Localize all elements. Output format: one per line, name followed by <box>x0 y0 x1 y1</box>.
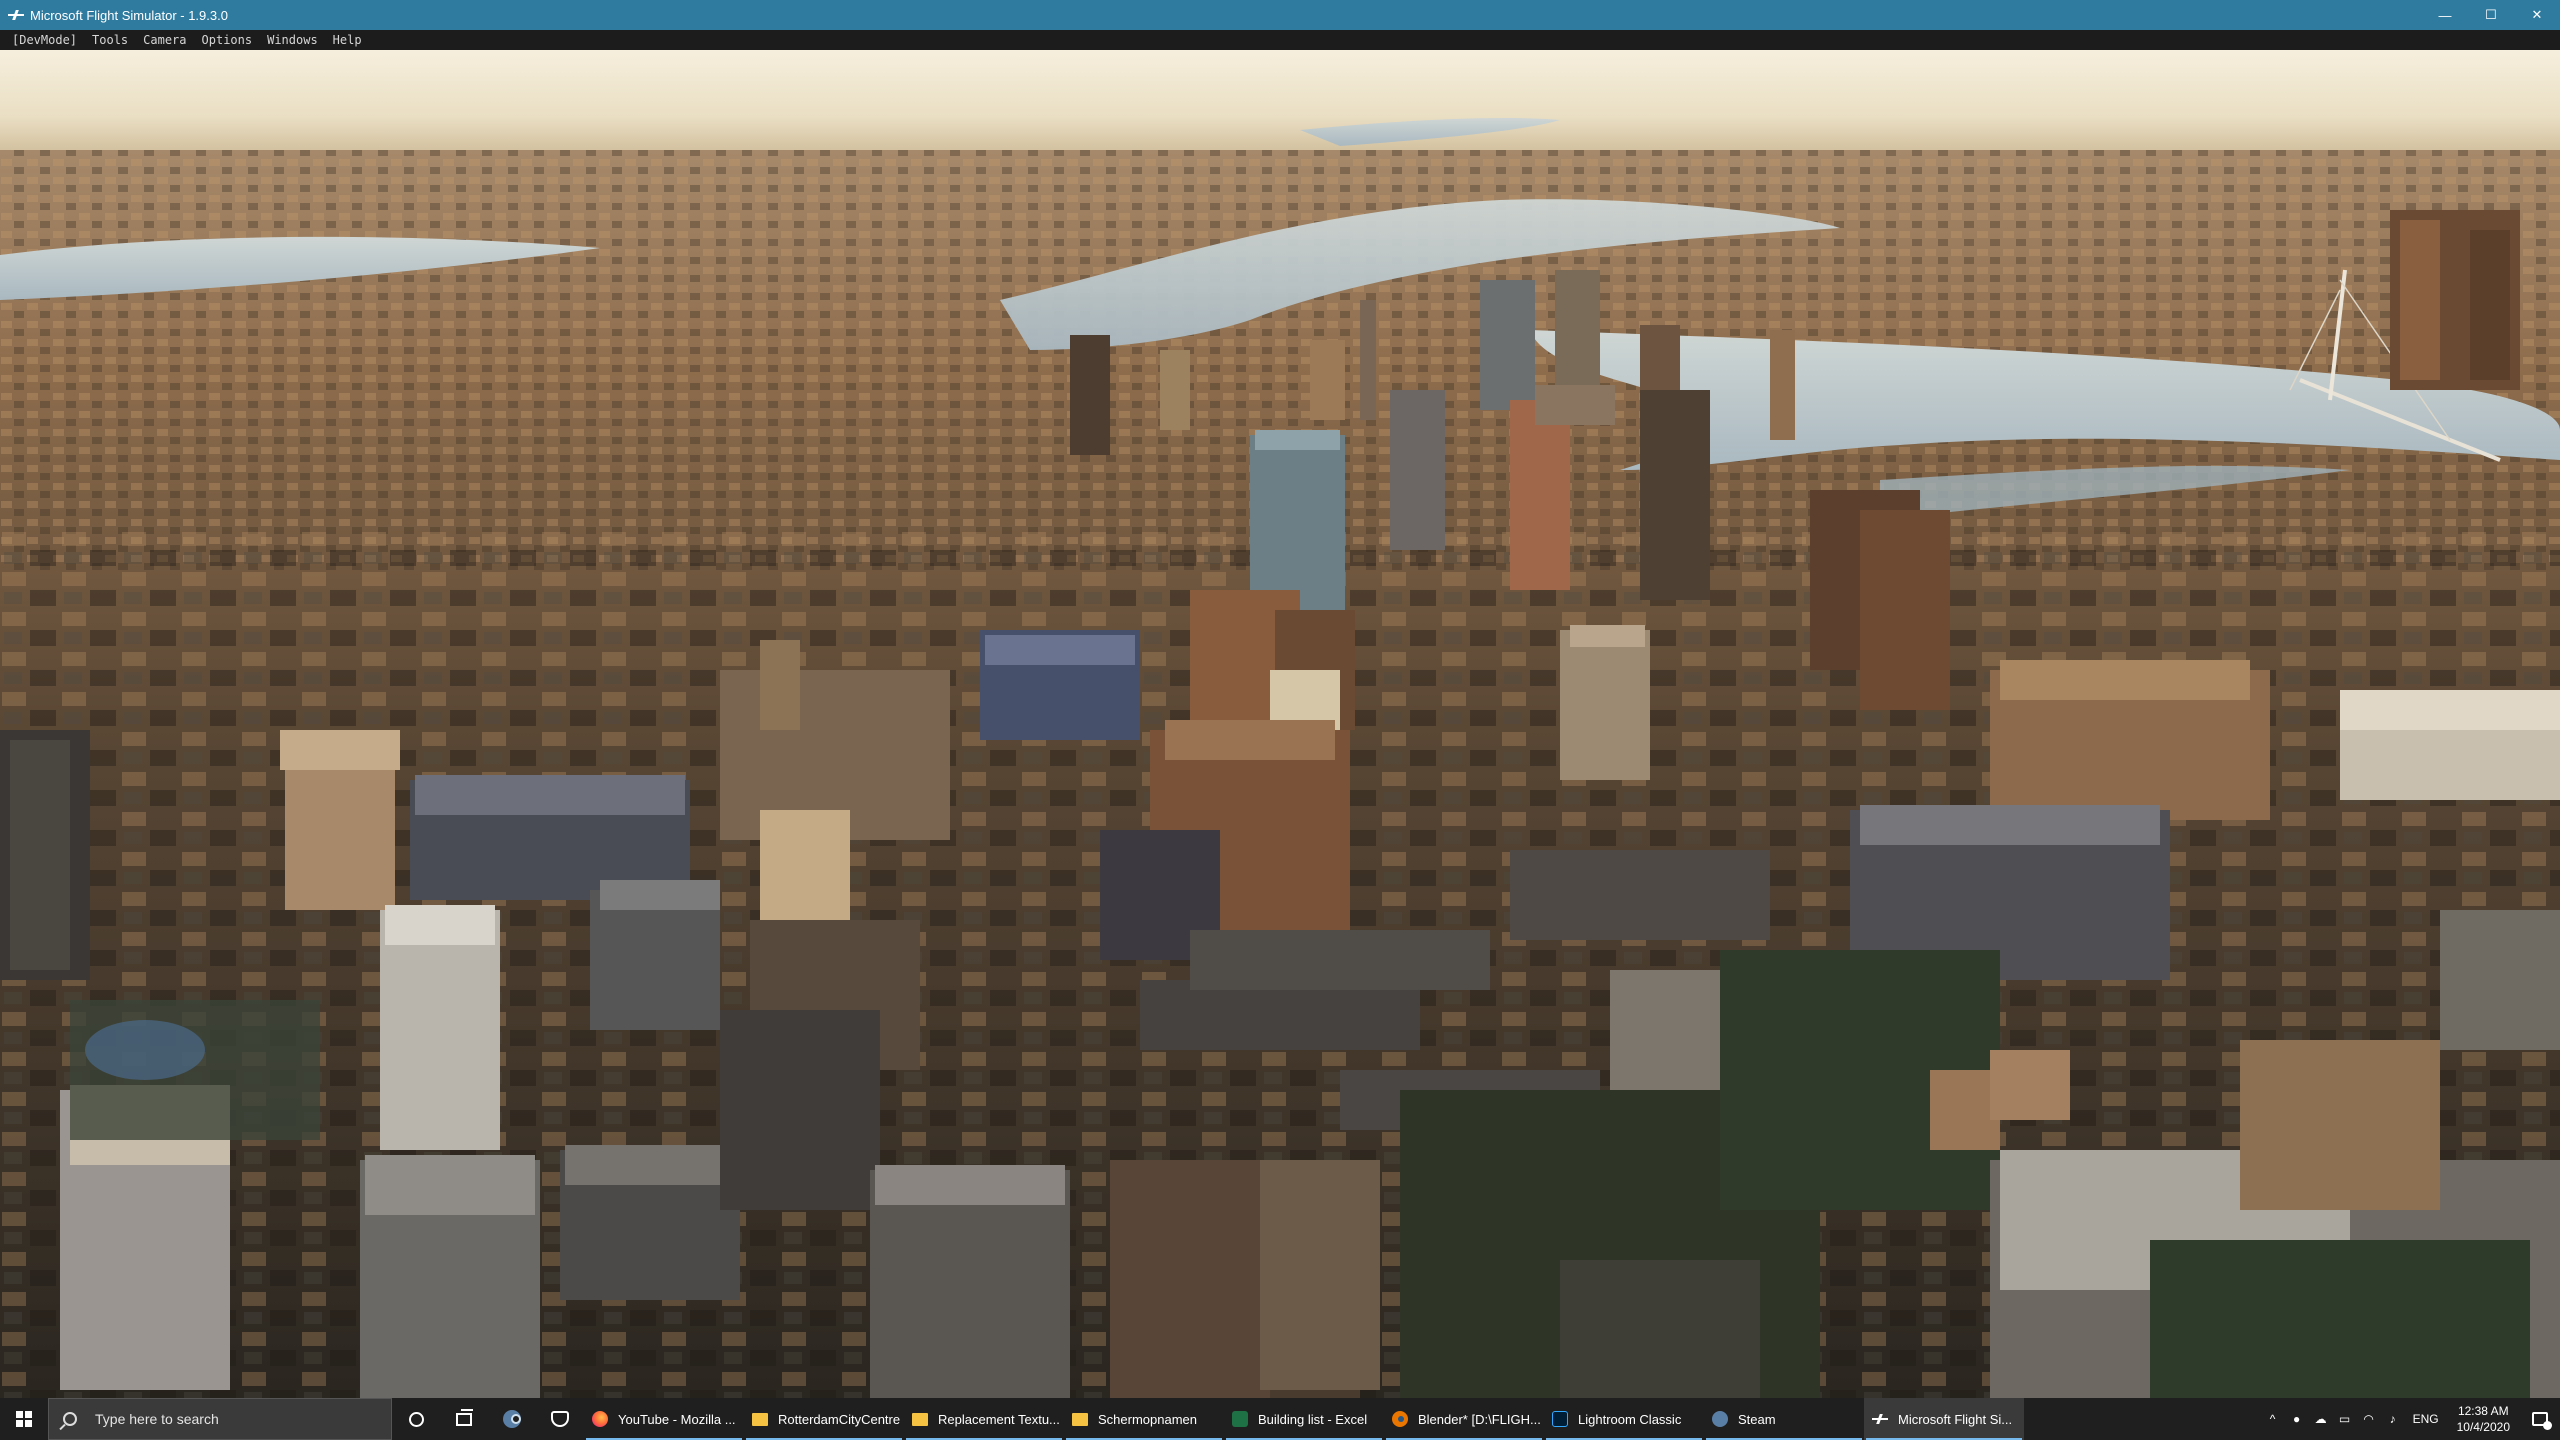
window-controls: — ☐ ✕ <box>2422 0 2560 30</box>
menu-devmode[interactable]: [DevMode] <box>12 33 77 47</box>
pinned-steam[interactable] <box>488 1398 536 1440</box>
chevron-up-icon: ^ <box>2269 1412 2276 1426</box>
clock-time: 12:38 AM <box>2457 1404 2509 1418</box>
cortana-icon <box>408 1411 424 1427</box>
flight-simulator-icon <box>8 9 24 21</box>
taskbar-app-firefox[interactable]: YouTube - Mozilla ... <box>584 1398 744 1440</box>
volume-icon[interactable]: ♪ <box>2381 1398 2405 1440</box>
taskbar-app-steam[interactable]: Steam <box>1704 1398 1864 1440</box>
title-bar: Microsoft Flight Simulator - 1.9.3.0 — ☐… <box>0 0 2560 30</box>
menu-options[interactable]: Options <box>202 33 253 47</box>
taskbar-app-label: Steam <box>1738 1411 1776 1427</box>
menu-tools[interactable]: Tools <box>92 33 128 47</box>
taskbar-app-label: RotterdamCityCentre <box>778 1411 901 1427</box>
notification-icon <box>2532 1412 2552 1430</box>
task-view-icon <box>456 1408 473 1426</box>
flight-simulator-icon <box>1872 1411 1888 1427</box>
network-icon[interactable]: ▭ <box>2333 1398 2357 1440</box>
show-hidden-icons-button[interactable]: ^ <box>2261 1398 2285 1440</box>
taskbar-app-rotterdam-folder[interactable]: RotterdamCityCentre <box>744 1398 904 1440</box>
steam-icon <box>1712 1411 1728 1427</box>
cloud-icon[interactable]: ☁ <box>2309 1398 2333 1440</box>
firefox-icon <box>592 1411 608 1427</box>
taskbar-app-replacement-folder[interactable]: Replacement Textu... <box>904 1398 1064 1440</box>
folder-icon <box>912 1412 928 1426</box>
minimize-button[interactable]: — <box>2422 0 2468 30</box>
language-indicator[interactable]: ENG <box>2405 1398 2447 1440</box>
pinned-security[interactable] <box>536 1398 584 1440</box>
menu-bar: [DevMode] Tools Camera Options Windows H… <box>0 30 2560 50</box>
taskbar-app-label: Blender* [D:\FLIGH... <box>1418 1411 1541 1427</box>
lightroom-icon <box>1552 1411 1568 1427</box>
blender-icon <box>1392 1411 1408 1427</box>
taskbar-app-label: Schermopnamen <box>1098 1411 1197 1427</box>
taskbar: Type here to search YouTube - Mozilla ..… <box>0 1398 2560 1440</box>
steam-icon <box>503 1410 521 1428</box>
taskbar-app-excel[interactable]: Building list - Excel <box>1224 1398 1384 1440</box>
close-button[interactable]: ✕ <box>2514 0 2560 30</box>
taskbar-app-label: YouTube - Mozilla ... <box>618 1411 736 1427</box>
wifi-icon[interactable]: ◠ <box>2357 1398 2381 1440</box>
cortana-button[interactable] <box>392 1398 440 1440</box>
system-tray: ^ ● ☁ ▭ ◠ ♪ ENG 12:38 AM 10/4/2020 <box>2261 1398 2560 1440</box>
search-placeholder: Type here to search <box>95 1411 219 1427</box>
menu-windows[interactable]: Windows <box>267 33 318 47</box>
taskbar-app-label: Lightroom Classic <box>1578 1411 1682 1427</box>
taskbar-app-label: Replacement Textu... <box>938 1411 1060 1427</box>
taskbar-app-flight-simulator[interactable]: Microsoft Flight Si... <box>1864 1398 2024 1440</box>
taskbar-app-label: Microsoft Flight Si... <box>1898 1411 2013 1427</box>
notification-center-button[interactable] <box>2520 1398 2560 1440</box>
window-title: Microsoft Flight Simulator - 1.9.3.0 <box>30 7 228 23</box>
shield-icon <box>551 1411 569 1427</box>
search-icon <box>63 1412 77 1426</box>
taskbar-app-schermopnamen-folder[interactable]: Schermopnamen <box>1064 1398 1224 1440</box>
taskbar-search[interactable]: Type here to search <box>48 1398 392 1440</box>
menu-help[interactable]: Help <box>333 33 362 47</box>
folder-icon <box>1072 1412 1088 1426</box>
excel-icon <box>1232 1411 1248 1427</box>
windows-icon <box>16 1411 32 1427</box>
taskbar-app-label: Building list - Excel <box>1258 1411 1368 1427</box>
tray-app-icon[interactable]: ● <box>2285 1398 2309 1440</box>
task-view-button[interactable] <box>440 1398 488 1440</box>
start-button[interactable] <box>0 1398 48 1440</box>
maximize-button[interactable]: ☐ <box>2468 0 2514 30</box>
clock[interactable]: 12:38 AM 10/4/2020 <box>2447 1403 2520 1435</box>
clock-date: 10/4/2020 <box>2456 1420 2510 1434</box>
taskbar-app-lightroom[interactable]: Lightroom Classic <box>1544 1398 1704 1440</box>
folder-icon <box>752 1412 768 1426</box>
simulator-viewport[interactable] <box>0 50 2560 1398</box>
taskbar-app-blender[interactable]: Blender* [D:\FLIGH... <box>1384 1398 1544 1440</box>
aerial-city-view <box>0 50 2560 1398</box>
menu-camera[interactable]: Camera <box>143 33 186 47</box>
